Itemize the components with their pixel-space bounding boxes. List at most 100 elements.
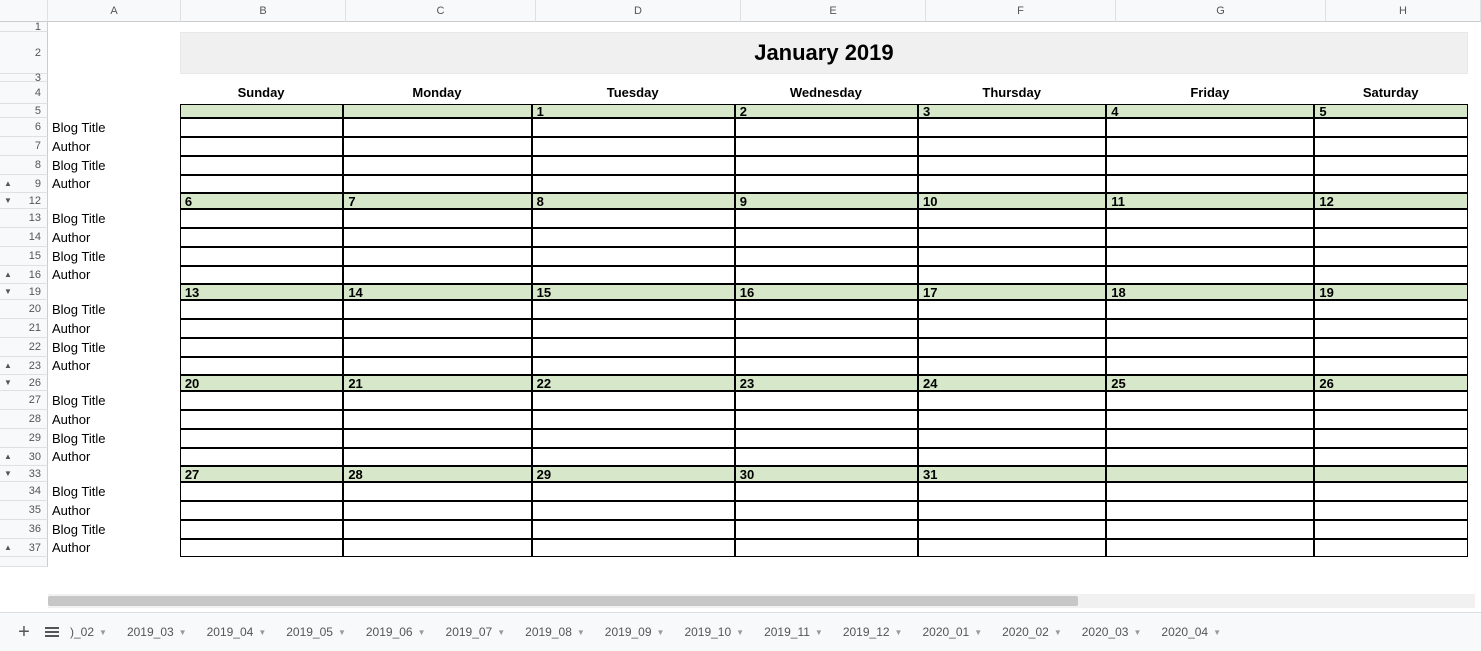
calendar-title[interactable]: January 2019 xyxy=(180,32,1468,74)
content-cell[interactable] xyxy=(735,228,918,247)
content-cell[interactable] xyxy=(1106,429,1314,448)
content-cell[interactable] xyxy=(918,228,1106,247)
cell[interactable] xyxy=(918,22,1106,32)
content-cell[interactable] xyxy=(735,357,918,375)
row-label[interactable]: Author xyxy=(48,266,180,284)
content-cell[interactable] xyxy=(918,175,1106,193)
row-header-20[interactable]: 20 xyxy=(0,300,48,319)
cell[interactable] xyxy=(48,557,180,567)
column-header-B[interactable]: B xyxy=(181,0,346,22)
day-header-saturday[interactable]: Saturday xyxy=(1314,82,1468,104)
content-cell[interactable] xyxy=(735,175,918,193)
row-label[interactable]: Author xyxy=(48,501,180,520)
content-cell[interactable] xyxy=(1106,228,1314,247)
content-cell[interactable] xyxy=(343,137,531,156)
chevron-down-icon[interactable]: ▼ xyxy=(736,628,744,637)
day-header-sunday[interactable]: Sunday xyxy=(180,82,344,104)
content-cell[interactable] xyxy=(1106,520,1314,539)
row-header-1[interactable]: 1 xyxy=(0,22,48,32)
row-label[interactable]: Blog Title xyxy=(48,209,180,228)
date-cell[interactable]: 29 xyxy=(532,466,735,482)
content-cell[interactable] xyxy=(343,520,531,539)
content-cell[interactable] xyxy=(1314,118,1468,137)
content-cell[interactable] xyxy=(1106,247,1314,266)
content-cell[interactable] xyxy=(343,429,531,448)
content-cell[interactable] xyxy=(918,300,1106,319)
cell[interactable] xyxy=(918,74,1106,82)
content-cell[interactable] xyxy=(735,501,918,520)
row-label[interactable]: Blog Title xyxy=(48,300,180,319)
column-header-H[interactable]: H xyxy=(1326,0,1481,22)
date-cell[interactable]: 18 xyxy=(1106,284,1314,300)
cell[interactable] xyxy=(1314,22,1468,32)
content-cell[interactable] xyxy=(532,391,735,410)
content-cell[interactable] xyxy=(1106,118,1314,137)
row-header-3[interactable]: 3 xyxy=(0,74,48,82)
content-cell[interactable] xyxy=(180,118,344,137)
content-cell[interactable] xyxy=(735,247,918,266)
content-cell[interactable] xyxy=(180,501,344,520)
date-cell[interactable]: 27 xyxy=(180,466,344,482)
row-label[interactable]: Blog Title xyxy=(48,338,180,357)
sheet-tab-2019_09[interactable]: 2019_09▼ xyxy=(596,617,674,647)
content-cell[interactable] xyxy=(1314,228,1468,247)
content-cell[interactable] xyxy=(343,391,531,410)
content-cell[interactable] xyxy=(735,410,918,429)
date-cell[interactable] xyxy=(343,104,531,118)
collapse-icon[interactable]: ▲ xyxy=(4,270,12,279)
row-label[interactable]: Blog Title xyxy=(48,520,180,539)
date-cell[interactable]: 23 xyxy=(735,375,918,391)
content-cell[interactable] xyxy=(1106,338,1314,357)
date-cell[interactable]: 15 xyxy=(532,284,735,300)
collapse-icon[interactable]: ▲ xyxy=(4,452,12,461)
all-sheets-button[interactable] xyxy=(38,618,66,646)
row-header-8[interactable]: 8 xyxy=(0,156,48,175)
chevron-down-icon[interactable]: ▼ xyxy=(1133,628,1141,637)
chevron-down-icon[interactable]: ▼ xyxy=(815,628,823,637)
content-cell[interactable] xyxy=(343,410,531,429)
cell[interactable] xyxy=(48,466,180,482)
content-cell[interactable] xyxy=(735,319,918,338)
content-cell[interactable] xyxy=(918,118,1106,137)
content-cell[interactable] xyxy=(918,539,1106,557)
content-cell[interactable] xyxy=(180,482,344,501)
content-cell[interactable] xyxy=(532,247,735,266)
content-cell[interactable] xyxy=(343,338,531,357)
content-cell[interactable] xyxy=(1106,319,1314,338)
content-cell[interactable] xyxy=(180,539,344,557)
content-cell[interactable] xyxy=(343,501,531,520)
content-cell[interactable] xyxy=(1314,539,1468,557)
content-cell[interactable] xyxy=(532,539,735,557)
content-cell[interactable] xyxy=(180,137,344,156)
content-cell[interactable] xyxy=(735,520,918,539)
content-cell[interactable] xyxy=(1314,319,1468,338)
collapse-icon[interactable]: ▲ xyxy=(4,361,12,370)
content-cell[interactable] xyxy=(735,482,918,501)
column-header-G[interactable]: G xyxy=(1116,0,1326,22)
date-cell[interactable]: 16 xyxy=(735,284,918,300)
cell[interactable] xyxy=(343,74,531,82)
content-cell[interactable] xyxy=(918,482,1106,501)
content-cell[interactable] xyxy=(735,156,918,175)
content-cell[interactable] xyxy=(1106,410,1314,429)
content-cell[interactable] xyxy=(532,482,735,501)
day-header-thursday[interactable]: Thursday xyxy=(918,82,1106,104)
row-header-6[interactable]: 6 xyxy=(0,118,48,137)
date-cell[interactable]: 17 xyxy=(918,284,1106,300)
date-cell[interactable]: 3 xyxy=(918,104,1106,118)
day-header-wednesday[interactable]: Wednesday xyxy=(735,82,918,104)
content-cell[interactable] xyxy=(180,357,344,375)
sheet-tab-2020_04[interactable]: 2020_04▼ xyxy=(1152,617,1230,647)
content-cell[interactable] xyxy=(735,300,918,319)
expand-icon[interactable]: ▼ xyxy=(4,287,12,296)
row-header-[interactable] xyxy=(0,557,48,567)
row-header-21[interactable]: 21 xyxy=(0,319,48,338)
content-cell[interactable] xyxy=(918,137,1106,156)
column-header-E[interactable]: E xyxy=(741,0,926,22)
sheet-tab-2019_06[interactable]: 2019_06▼ xyxy=(357,617,435,647)
cell[interactable] xyxy=(1106,74,1314,82)
content-cell[interactable] xyxy=(918,209,1106,228)
content-cell[interactable] xyxy=(735,448,918,466)
content-cell[interactable] xyxy=(532,209,735,228)
row-label[interactable]: Blog Title xyxy=(48,391,180,410)
